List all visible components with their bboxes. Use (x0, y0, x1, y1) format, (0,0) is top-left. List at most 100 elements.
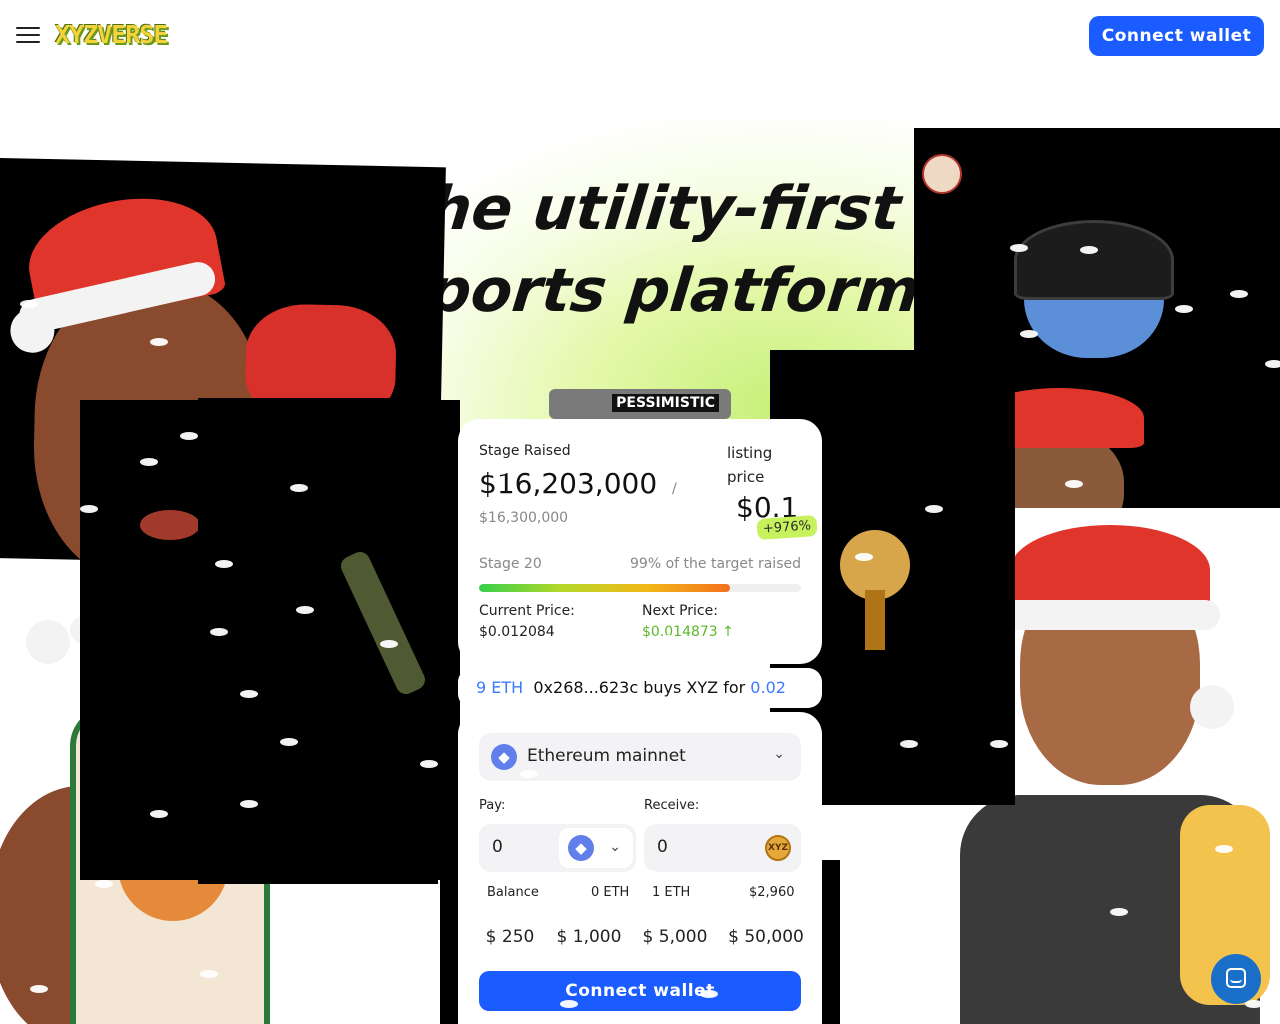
current-price-value: $0.012084 (479, 624, 555, 640)
snowflake (1230, 290, 1248, 298)
balance-label: Balance (487, 885, 539, 900)
stage-number: Stage 20 (479, 556, 542, 572)
site-header: XYZVERSE Connect wallet (0, 0, 1280, 72)
santa-hat-trim (1000, 600, 1220, 630)
snowflake (330, 900, 348, 908)
snowflake (240, 800, 258, 808)
ethereum-icon: ◆ (568, 835, 594, 861)
ticker-amount: 9 ETH (476, 678, 524, 697)
snowflake (1215, 845, 1233, 853)
snowflake (640, 870, 658, 878)
snowflake (1265, 360, 1280, 368)
raised-separator: / (672, 481, 677, 497)
santa-hat-pompom (9, 308, 55, 354)
snowflake (30, 985, 48, 993)
target-percentage: 99% of the target raised (630, 556, 801, 572)
ticker-message: 0x268...623c buys XYZ for (533, 678, 746, 697)
purchase-ticker: 9 ETH 0x268...623c buys XYZ for 0.02 (458, 668, 822, 708)
listing-price-label: listing price (727, 444, 773, 486)
preset-amount-button[interactable]: $ 1,000 (549, 917, 629, 957)
snowflake (600, 549, 618, 557)
progress-bar-fill (479, 584, 731, 592)
snowflake (300, 900, 318, 908)
pay-amount[interactable]: 0 (492, 837, 503, 857)
champagne-bottle (337, 548, 429, 698)
rate-usd: $2,960 (749, 885, 795, 900)
snowflake (420, 760, 438, 768)
preset-amount-button[interactable]: $ 250 (479, 917, 541, 957)
snowflake (855, 553, 873, 561)
snowflake (296, 606, 314, 614)
buy-widget: ◆ Ethereum mainnet ⌄ Pay: Receive: 0 ◆ ⌄… (458, 712, 822, 1024)
sentiment-tag: PESSIMISTIC (549, 389, 731, 419)
snowflake (14, 714, 32, 722)
snowflake (885, 900, 903, 908)
raised-target: $16,300,000 (479, 510, 569, 526)
ethereum-icon: ◆ (491, 744, 517, 770)
santa-hat-pompom (26, 620, 70, 664)
snowflake (1080, 246, 1098, 254)
snowflake (1245, 1000, 1263, 1008)
snowflake (700, 990, 718, 998)
next-price-label: Next Price: (642, 603, 718, 619)
snowflake (150, 810, 168, 818)
snowflake (95, 880, 113, 888)
snowflake (380, 640, 398, 648)
snowflake (900, 740, 918, 748)
preset-amount-button[interactable]: $ 50,000 (721, 917, 811, 957)
ticker-price: 0.02 (750, 678, 786, 697)
snowflake (590, 710, 608, 718)
snowflake (290, 484, 308, 492)
snowflake (280, 738, 298, 746)
snowflake (1065, 480, 1083, 488)
network-label: Ethereum mainnet (527, 746, 686, 766)
snowflake (1245, 605, 1263, 613)
pay-input[interactable]: 0 ◆ ⌄ (479, 824, 636, 872)
xyz-token-icon: XYZ (765, 835, 791, 861)
chevron-down-icon: ⌄ (773, 746, 785, 762)
snowflake (215, 560, 233, 568)
snowflake (200, 970, 218, 978)
frog-helmet (1014, 220, 1174, 300)
listing-change-badge: +976% (756, 514, 818, 541)
snowflake (240, 690, 258, 698)
santa-hat-pompom (1190, 685, 1234, 729)
snowflake (1110, 908, 1128, 916)
receive-input[interactable]: 0 XYZ (644, 824, 801, 872)
preset-amount-button[interactable]: $ 5,000 (635, 917, 715, 957)
next-price-value: $0.014873 ↑ (642, 624, 734, 640)
balance-value: 0 ETH (591, 885, 630, 900)
current-price-label: Current Price: (479, 603, 575, 619)
snowflake (660, 910, 678, 918)
progress-bar (479, 584, 801, 592)
snowflake (660, 635, 678, 643)
menu-icon[interactable] (16, 27, 40, 45)
panel-detail (140, 510, 200, 540)
chat-icon[interactable] (1211, 954, 1261, 1004)
receive-amount[interactable]: 0 (657, 837, 668, 857)
snowflake (990, 740, 1008, 748)
baseball (922, 154, 962, 194)
logo[interactable]: XYZVERSE (55, 20, 168, 49)
snowflake (840, 955, 858, 963)
pay-currency-select[interactable]: ◆ ⌄ (559, 828, 633, 868)
presale-stats-card: Stage Raised $16,203,000 / $16,300,000 l… (458, 419, 822, 664)
snowflake (925, 505, 943, 513)
snowflake (1020, 330, 1038, 338)
header-connect-wallet-button[interactable]: Connect wallet (1089, 16, 1264, 56)
snowflake (180, 432, 198, 440)
pay-label: Pay: (479, 798, 506, 813)
snowflake (560, 1000, 578, 1008)
chevron-down-icon: ⌄ (609, 839, 621, 855)
trophy-stem (865, 590, 885, 650)
snowflake (210, 628, 228, 636)
sentiment-tag-label: PESSIMISTIC (612, 394, 719, 412)
widget-connect-wallet-button[interactable]: Connect wallet (479, 971, 801, 1011)
receive-label: Receive: (644, 798, 700, 813)
snowflake (1010, 244, 1028, 252)
snowflake (140, 458, 158, 466)
snowflake (490, 467, 508, 475)
snowflake (150, 338, 168, 346)
ticker-text: 9 ETH 0x268...623c buys XYZ for 0.02 (476, 678, 786, 697)
rate-eth: 1 ETH (652, 885, 691, 900)
